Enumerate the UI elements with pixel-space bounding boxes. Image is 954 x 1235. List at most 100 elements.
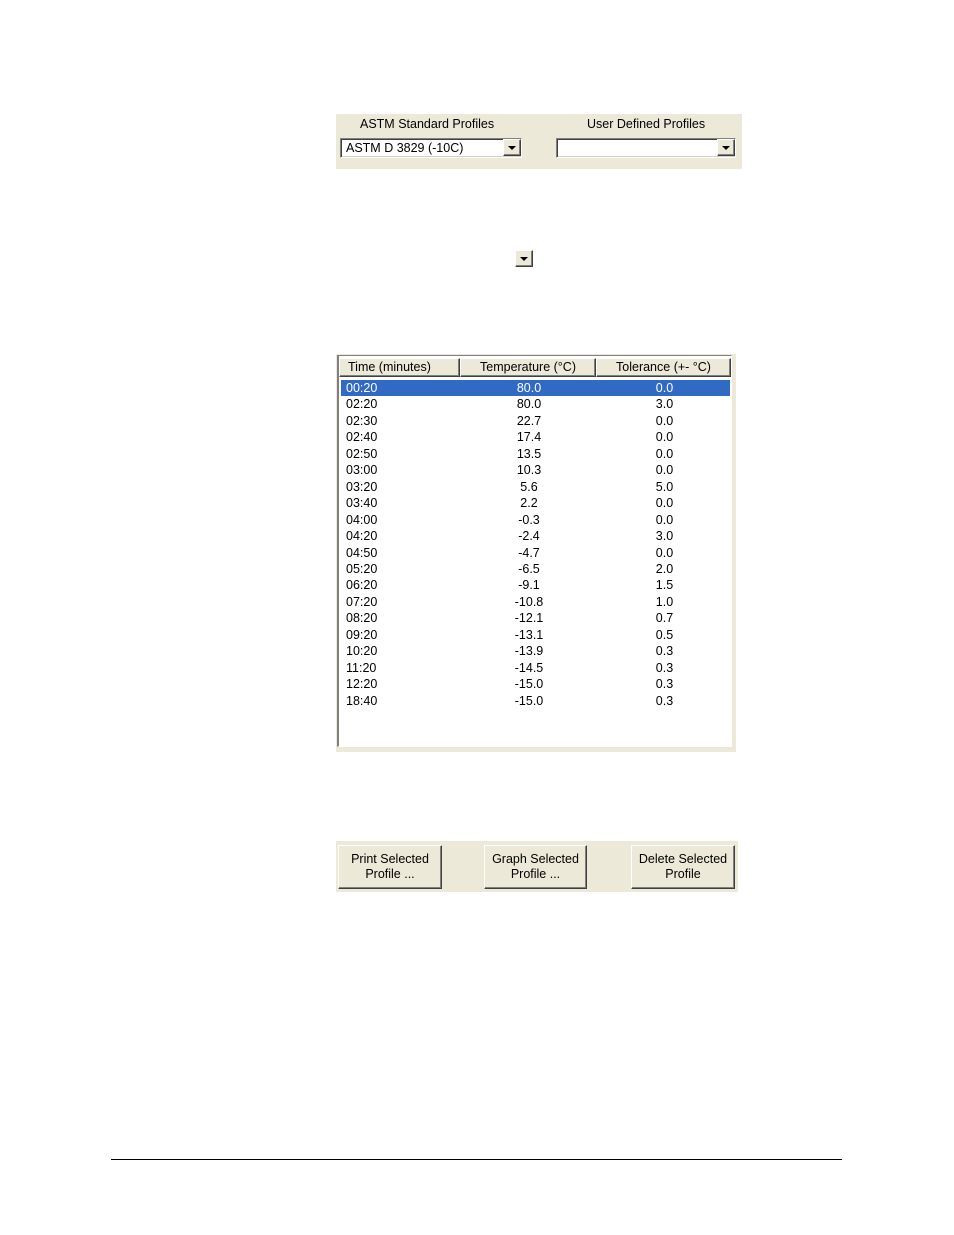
temperature-cell: -15.0 [514,677,544,692]
tolerance-cell: 0.0 [655,496,674,511]
tolerance-cell: 0.3 [655,693,674,708]
astm-profile-select[interactable]: ASTM D 3829 (-10C) [340,138,522,158]
print-button-line2: Profile ... [365,867,415,881]
temperature-cell: -4.7 [518,545,540,560]
table-row[interactable]: 10:20 -13.9 0.3 [341,643,730,659]
tolerance-cell: 0.3 [655,644,674,659]
temperature-cell: -9.1 [518,578,540,593]
table-row[interactable]: 09:20 -13.1 0.5 [341,627,730,643]
time-cell: 02:30 [346,413,378,428]
time-cell: 04:20 [346,529,378,544]
tolerance-cell: 3.0 [655,529,674,544]
time-cell: 06:20 [346,578,378,593]
table-row[interactable]: 03:20 5.6 5.0 [341,479,730,495]
user-dropdown-button[interactable] [717,139,735,156]
table-row[interactable]: 08:20 -12.1 0.7 [341,610,730,626]
tolerance-cell: 0.3 [655,677,674,692]
table-row[interactable]: 18:40 -15.0 0.3 [341,693,730,709]
temperature-cell: 2.2 [520,496,538,511]
time-cell: 00:20 [346,381,378,395]
table-row[interactable]: 12:20 -15.0 0.3 [341,676,730,692]
delete-button-line1: Delete Selected [638,852,728,866]
temperature-cell: -15.0 [514,693,544,708]
temperature-cell: -0.3 [518,512,540,527]
table-row[interactable]: 00:20 80.0 0.0 [341,380,730,397]
table-row[interactable]: 02:50 13.5 0.0 [341,446,730,462]
temperature-cell: -10.8 [514,594,544,609]
delete-button-line2: Profile [665,867,701,881]
temperature-cell: -13.9 [514,644,544,659]
tolerance-cell: 0.0 [655,512,674,527]
temperature-cell: 10.3 [516,463,542,478]
temperature-cell: -6.5 [518,561,540,576]
table-row[interactable]: 02:30 22.7 0.0 [341,413,730,429]
temperature-cell: 80.0 [516,381,542,395]
table-row[interactable]: 04:20 -2.4 3.0 [341,528,730,544]
user-profile-select[interactable] [556,138,736,158]
time-cell: 05:20 [346,561,378,576]
time-cell: 12:20 [346,677,378,692]
time-cell: 03:00 [346,463,378,478]
table-row[interactable]: 02:40 17.4 0.0 [341,429,730,445]
temperature-cell: 17.4 [516,430,542,445]
print-button-line1: Print Selected [351,852,429,866]
tolerance-cell: 0.0 [655,430,674,445]
table-row[interactable]: 04:00 -0.3 0.0 [341,512,730,528]
table-row[interactable]: 04:50 -4.7 0.0 [341,545,730,561]
tolerance-cell: 3.0 [655,397,674,412]
profiles-panel: ASTM Standard Profiles User Defined Prof… [336,114,742,169]
tolerance-cell: 0.5 [655,627,674,642]
table-row[interactable]: 05:20 -6.5 2.0 [341,561,730,577]
tolerance-cell: 2.0 [655,561,674,576]
table-row[interactable]: 02:20 80.0 3.0 [341,396,730,412]
profile-table-panel: Time (minutes) Temperature (°C) Toleranc… [336,354,736,752]
graph-profile-button[interactable]: Graph Selected Profile ... [484,845,587,889]
astm-profiles-label: ASTM Standard Profiles [360,117,495,131]
time-cell: 07:20 [346,594,378,609]
footer-divider [111,1159,842,1160]
time-cell: 02:50 [346,446,378,461]
graph-button-line1: Graph Selected [492,852,579,866]
tolerance-cell: 0.3 [655,660,674,675]
time-cell: 04:00 [346,512,378,527]
time-cell: 18:40 [346,693,378,708]
dropdown-arrow-button[interactable] [515,250,533,267]
time-cell: 03:40 [346,496,378,511]
tolerance-cell: 0.0 [655,545,674,560]
time-cell: 03:20 [346,479,378,494]
tolerance-cell: 0.0 [655,463,674,478]
tolerance-cell: 1.5 [655,578,674,593]
tolerance-cell: 0.0 [655,446,674,461]
tolerance-cell: 1.0 [655,594,674,609]
profile-table[interactable]: Time (minutes) Temperature (°C) Toleranc… [337,355,732,747]
table-row[interactable]: 03:40 2.2 0.0 [341,495,730,511]
column-header-tolerance[interactable]: Tolerance (+- °C) [596,358,731,377]
action-buttons-panel: Print Selected Profile ... Graph Selecte… [336,841,738,892]
astm-dropdown-button[interactable] [503,139,521,156]
temperature-cell: -13.1 [514,627,544,642]
table-row[interactable]: 11:20 -14.5 0.3 [341,660,730,676]
time-cell: 09:20 [346,627,378,642]
temperature-cell: 13.5 [516,446,542,461]
temperature-cell: -12.1 [514,611,544,626]
print-profile-button[interactable]: Print Selected Profile ... [338,845,442,889]
temperature-cell: -2.4 [518,529,540,544]
chevron-down-icon [508,146,516,150]
table-row[interactable]: 06:20 -9.1 1.5 [341,577,730,593]
delete-profile-button[interactable]: Delete Selected Profile [631,845,735,889]
tolerance-cell: 0.0 [655,413,674,428]
temperature-cell: -14.5 [514,660,544,675]
column-header-time[interactable]: Time (minutes) [339,358,460,377]
tolerance-cell: 5.0 [655,479,674,494]
table-row[interactable]: 03:00 10.3 0.0 [341,462,730,478]
chevron-down-icon [722,146,730,150]
temperature-cell: 5.6 [520,479,538,494]
tolerance-cell: 0.0 [655,381,674,395]
column-header-temperature[interactable]: Temperature (°C) [460,358,596,377]
user-profiles-label: User Defined Profiles [587,117,706,131]
graph-button-line2: Profile ... [510,867,561,881]
time-cell: 11:20 [346,660,377,675]
time-cell: 10:20 [346,644,378,659]
table-row[interactable]: 07:20 -10.8 1.0 [341,594,730,610]
astm-profile-value: ASTM D 3829 (-10C) [346,141,464,155]
